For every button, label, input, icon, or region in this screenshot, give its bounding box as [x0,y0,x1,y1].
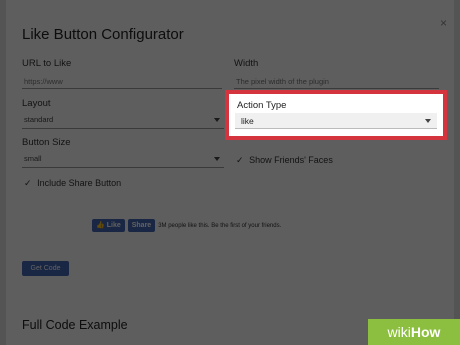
checkmark-icon: ✓ [24,178,32,188]
full-code-title: Full Code Example [22,318,128,332]
width-input[interactable]: The pixel width of the plugin [236,77,329,86]
preview-like-label: Like [106,222,121,229]
button-size-select[interactable]: small [22,151,224,167]
dialog-title: Like Button Configurator [22,26,184,43]
layout-label: Layout [22,98,51,109]
url-input[interactable]: https://www [24,77,63,86]
wikihow-how: How [410,324,441,340]
width-label: Width [234,58,259,69]
thumbs-up-icon: 👍 [96,222,105,229]
wikihow-watermark: wiki How [368,319,460,345]
action-type-select[interactable]: like [235,113,437,129]
chevron-down-icon [214,118,220,122]
close-icon[interactable]: × [440,16,447,30]
preview-share-label: Share [131,222,152,229]
url-label: URL to Like [22,58,72,69]
show-faces-label: Show Friends' Faces [249,155,333,165]
show-faces-checkbox[interactable]: ✓ Show Friends' Faces [236,155,333,166]
layout-select[interactable]: standard [22,112,224,128]
layout-select-underline [22,128,224,129]
chevron-down-icon [214,157,220,161]
button-size-label: Button Size [22,137,71,148]
get-code-button[interactable]: Get Code [22,261,69,276]
include-share-checkbox[interactable]: ✓ Include Share Button [24,178,121,189]
checkmark-icon: ✓ [236,155,244,165]
url-input-underline [22,88,222,89]
preview-social-text: 3M people like this. Be the first of you… [158,222,282,229]
action-type-highlight: Action Type like [225,90,447,140]
action-type-value: like [241,116,254,126]
preview-like-button[interactable]: 👍 Like [92,219,125,232]
like-button-preview: 👍 Like Share 3M people like this. Be the… [92,219,281,232]
button-size-select-value: small [24,154,42,163]
layout-select-value: standard [24,115,54,124]
chevron-down-icon [425,119,431,123]
width-input-underline [234,88,439,89]
wikihow-wiki: wiki [387,324,411,340]
preview-share-button[interactable]: Share [127,219,156,232]
configurator-dialog [6,0,454,345]
button-size-underline [22,167,224,168]
include-share-label: Include Share Button [37,178,122,188]
action-type-label: Action Type [237,100,287,111]
